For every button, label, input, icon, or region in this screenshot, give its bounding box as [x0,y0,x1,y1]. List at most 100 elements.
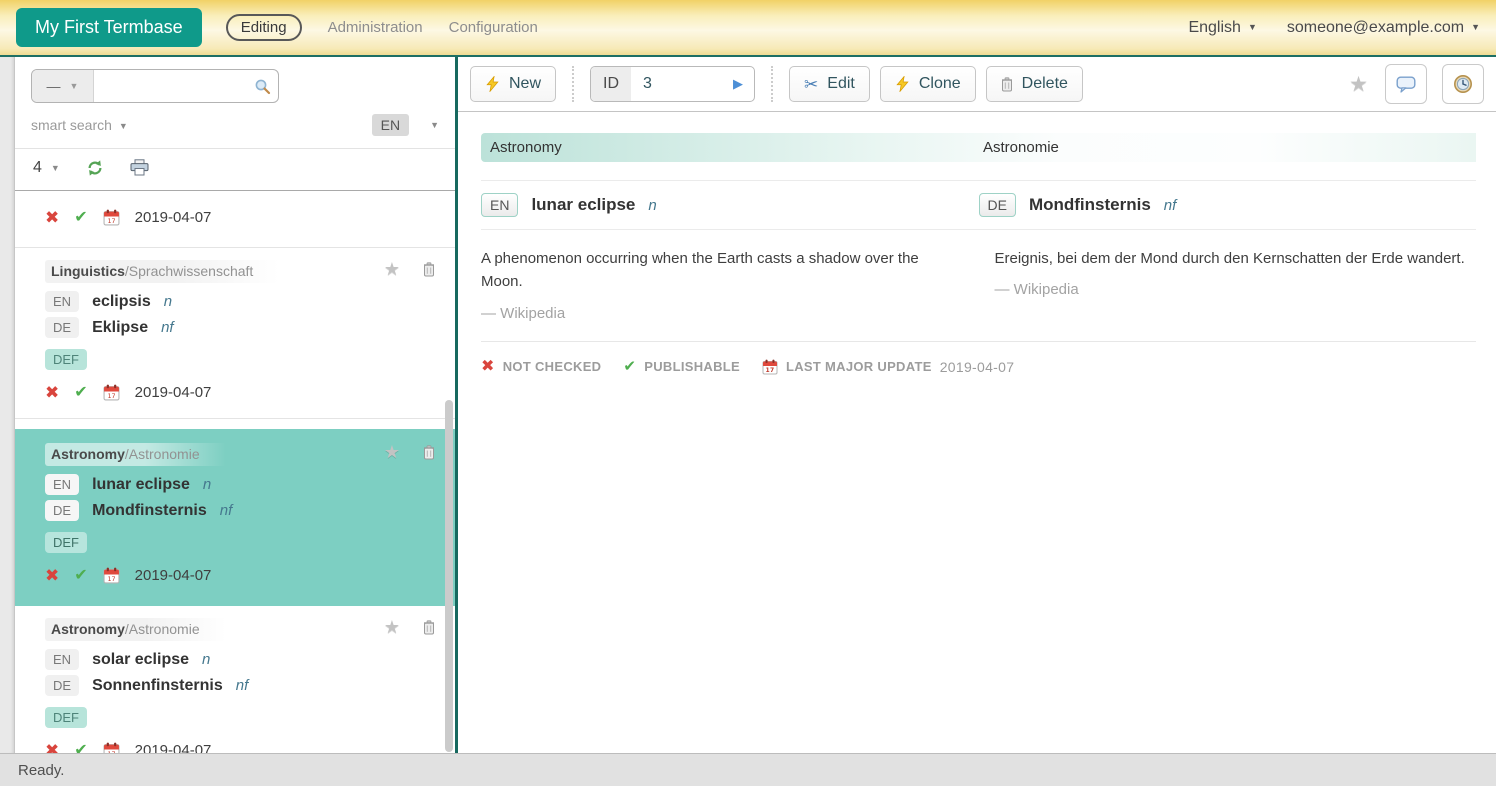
entry-date: 2019-04-07 [135,209,212,226]
scissors-icon: ✂ [804,76,818,93]
search-input[interactable] [94,70,246,102]
chevron-down-icon: ▼ [119,121,128,131]
history-clock-icon [1453,74,1473,94]
calendar-icon: 17 [103,567,120,584]
term-text: eclipsis [92,293,151,311]
entry-date: 2019-04-07 [135,742,212,753]
comments-button[interactable] [1385,64,1427,104]
refresh-icon[interactable] [86,159,104,177]
subject-label: Astronomy/Astronomie [45,618,226,641]
favorite-star-icon[interactable]: ★ [384,618,400,636]
subject-band: Astronomy Astronomie [481,133,1476,162]
publishable-icon: ✔ [74,568,87,584]
list-item[interactable]: ✖ ✔ 17 2019-04-07 [15,191,455,248]
go-to-id-icon[interactable]: ▶ [733,76,754,92]
entry-list: ✖ ✔ 17 2019-04-07 [15,191,455,753]
calendar-icon: 17 [103,742,120,753]
entry-toolbar: New ID 3 ▶ ✂ Edit Clone [458,57,1496,112]
calendar-icon: 17 [103,384,120,401]
definition-de: Ereignis, bei dem der Mond durch den Ker… [995,247,1477,322]
term-section: EN lunar eclipse n DE Mondfinsternis nf [481,180,1476,230]
print-icon[interactable] [130,159,148,177]
clone-button[interactable]: Clone [880,66,976,102]
tab-administration[interactable]: Administration [328,19,423,36]
chevron-down-icon: ▼ [51,163,60,173]
main-nav: Editing Administration Configuration [226,14,538,41]
edit-button-label: Edit [827,75,855,93]
chevron-down-icon: ▼ [1471,22,1480,32]
subject-secondary: /Astronomie [125,446,200,462]
last-update-label: LAST MAJOR UPDATE [786,359,932,374]
pos-label: n [648,197,656,214]
search-language-badge[interactable]: EN [372,114,409,136]
lang-badge: EN [481,193,518,217]
left-resize-gutter[interactable] [0,57,15,753]
edit-button[interactable]: ✂ Edit [789,66,870,102]
lang-badge: EN [45,649,79,670]
subject-left: Astronomy [490,139,983,156]
tab-configuration[interactable]: Configuration [449,19,538,36]
search-icon[interactable] [246,78,278,95]
list-item-selected[interactable]: Astronomy/Astronomie ★ [15,429,455,606]
svg-text:17: 17 [107,750,115,753]
entry-actions: ★ [384,260,441,278]
delete-button[interactable]: Delete [986,66,1083,102]
term-text: lunar eclipse [531,195,635,215]
trash-icon[interactable] [423,620,435,635]
definition-badge: DEF [45,532,87,553]
trash-icon [1001,77,1013,92]
not-checked-icon: ✖ [45,384,59,401]
new-button[interactable]: New [470,66,556,102]
definition-badge: DEF [45,349,87,370]
not-checked-icon: ✖ [45,209,59,226]
calendar-icon: 17 [103,209,120,226]
lang-badge: DE [979,193,1016,217]
not-checked-icon: ✖ [45,567,59,584]
pos-label: nf [220,502,233,519]
trash-icon[interactable] [423,262,435,277]
entry-status-line: ✖ ✔ 17 2019-04-07 [45,567,441,584]
lang-badge: EN [45,474,79,495]
sidebar-scrollbar[interactable] [445,400,453,752]
lightning-icon [895,76,910,92]
entry-actions: ★ [384,443,441,461]
user-menu[interactable]: someone@example.com▼ [1287,19,1480,37]
favorite-star-icon[interactable]: ★ [1349,74,1368,95]
last-update-date: 2019-04-07 [940,359,1015,375]
publishable-icon: ✔ [74,385,87,401]
pos-label: nf [161,319,174,336]
definition-badge: DEF [45,707,87,728]
term-text: Sonnenfinsternis [92,677,223,695]
termbase-title-button[interactable]: My First Termbase [16,8,202,47]
language-selector[interactable]: English▼ [1188,19,1256,37]
search-filter-dropdown[interactable]: — ▼ [32,70,94,102]
definition-en: A phenomenon occurring when the Earth ca… [481,247,963,322]
pos-label: nf [236,677,249,694]
list-item[interactable]: Linguistics/Sprachwissenschaft ★ [15,248,455,419]
tab-editing[interactable]: Editing [226,14,302,41]
subject-label: Linguistics/Sprachwissenschaft [45,260,279,283]
search-options-row: smart search▼ EN ▼ [31,114,439,136]
favorite-star-icon[interactable]: ★ [384,260,400,278]
not-checked-icon: ✖ [45,742,59,753]
entry-content: Astronomy Astronomie EN lunar eclipse n … [458,112,1496,375]
trash-icon[interactable] [423,445,435,460]
definition-source: — Wikipedia [995,281,1477,298]
chevron-down-icon[interactable]: ▼ [430,120,439,130]
search-filter-value: — [47,78,61,94]
svg-text:17: 17 [107,392,115,400]
delete-button-label: Delete [1022,75,1068,93]
result-count-dropdown[interactable]: 4▼ [33,159,60,177]
main-area: — ▼ smart search▼ EN ▼ [0,57,1496,753]
entry-date: 2019-04-07 [135,567,212,584]
smart-search-dropdown[interactable]: smart search▼ [31,117,128,133]
language-label: English [1188,19,1240,36]
history-button[interactable] [1442,64,1484,104]
toolbar-right-icons: ★ [1349,64,1484,104]
lang-badge: DE [45,675,79,696]
list-item[interactable]: Astronomy/Astronomie ★ [15,606,455,753]
favorite-star-icon[interactable]: ★ [384,443,400,461]
toolbar-separator [572,66,574,102]
term-text: Mondfinsternis [92,502,207,520]
id-value[interactable]: 3 [631,75,733,93]
